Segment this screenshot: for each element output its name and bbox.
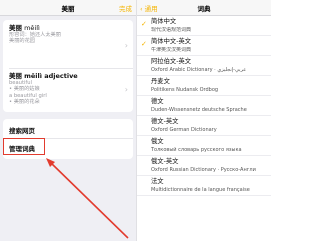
lookup-nav-bar: 美丽 完成 <box>0 0 136 16</box>
checkmark-icon: ✓ <box>141 40 147 48</box>
dictionary-name: 丹麦文 <box>151 78 170 85</box>
dictionary-name: 简体中文-英文 <box>151 38 192 45</box>
dictionary-desc: 牛津英汉汉英词典 <box>151 46 192 53</box>
dictionary-results-card: 美丽 měilì 形容词：她还人太美丽 美丽的花园 › 美丽 měilì adj… <box>3 20 133 112</box>
entry-example: 美丽的花园 <box>9 38 35 45</box>
dictionaries-nav-bar: ‹ 通用 词典 <box>137 0 271 16</box>
checkmark-icon: ✓ <box>141 20 147 28</box>
dictionary-entry-english[interactable]: 美丽 měilì adjective beautiful • 美丽的姑娘 a b… <box>9 72 129 106</box>
dictionary-desc: 现代汉语规范词典 <box>151 26 192 33</box>
lookup-title: 美丽 <box>61 5 75 13</box>
dictionary-row[interactable]: ✓ 简体中文 现代汉语规范词典 <box>137 16 271 36</box>
dictionary-row[interactable]: 德文 Duden-Wissensnetz deutsche Sprache <box>137 96 271 116</box>
dictionary-row[interactable]: 俄文 Толковый словарь русского языка <box>137 136 271 156</box>
dictionary-list: ✓ 简体中文 现代汉语规范词典 ✓ 简体中文-英文 牛津英汉汉英词典 阿拉伯文-… <box>137 16 271 196</box>
dictionary-row[interactable]: ✓ 简体中文-英文 牛津英汉汉英词典 <box>137 36 271 56</box>
dictionary-desc: Oxford German Dictionary <box>151 126 217 133</box>
dictionary-row[interactable]: 阿拉伯文-英文 Oxford Arabic Dictionary · عربي-… <box>137 56 271 76</box>
dictionary-row[interactable]: 俄文-英文 Oxford Russian Dictionary · Русско… <box>137 156 271 176</box>
chevron-right-icon: › <box>124 85 128 94</box>
dictionary-name: 法文 <box>151 178 164 185</box>
chevron-right-icon: › <box>124 41 128 50</box>
dictionary-entry-chinese[interactable]: 美丽 měilì 形容词：她还人太美丽 美丽的花园 <box>9 24 129 45</box>
entry-reading: měilì <box>24 24 40 32</box>
dictionary-row[interactable]: 德文-英文 Oxford German Dictionary <box>137 116 271 136</box>
dictionary-name: 阿拉伯文-英文 <box>151 58 192 65</box>
dictionaries-title: 词典 <box>197 5 211 13</box>
divider <box>9 68 133 69</box>
dictionary-desc: Толковый словарь русского языка <box>151 146 242 153</box>
dictionary-name: 德文-英文 <box>151 118 179 125</box>
dictionary-name: 俄文 <box>151 138 164 145</box>
entry-example: • 美丽的花朵 <box>9 99 40 106</box>
done-button[interactable]: 完成 <box>119 3 132 13</box>
entry-reading: měilì adjective <box>24 72 78 80</box>
dictionary-desc: Politikens Nudansk Ordbog <box>151 86 219 93</box>
dictionary-row[interactable]: 丹麦文 Politikens Nudansk Ordbog <box>137 76 271 96</box>
search-web-button[interactable]: 搜索网页 <box>9 125 35 135</box>
dictionary-desc: Duden-Wissensnetz deutsche Sprache <box>151 106 247 113</box>
dictionary-name: 俄文-英文 <box>151 158 179 165</box>
dictionary-desc: Oxford Russian Dictionary · Русско-Англи <box>151 166 256 173</box>
dictionary-name: 简体中文 <box>151 18 177 25</box>
entry-headword: 美丽 <box>9 72 22 80</box>
dictionary-row[interactable]: 法文 Multidictionnaire de la langue frança… <box>137 176 271 196</box>
dictionaries-panel: ‹ 通用 词典 ✓ 简体中文 现代汉语规范词典 ✓ 简体中文-英文 牛津英汉汉英… <box>136 0 271 241</box>
entry-headword: 美丽 <box>9 24 22 32</box>
dictionary-desc: Oxford Arabic Dictionary · عربي-إنجليزي <box>151 66 247 73</box>
dictionary-name: 德文 <box>151 98 164 105</box>
highlight-box <box>3 138 45 155</box>
lookup-panel: 美丽 完成 美丽 měilì 形容词：她还人太美丽 美丽的花园 › 美丽 měi… <box>0 0 136 241</box>
dictionary-desc: Multidictionnaire de la langue française <box>151 186 250 193</box>
